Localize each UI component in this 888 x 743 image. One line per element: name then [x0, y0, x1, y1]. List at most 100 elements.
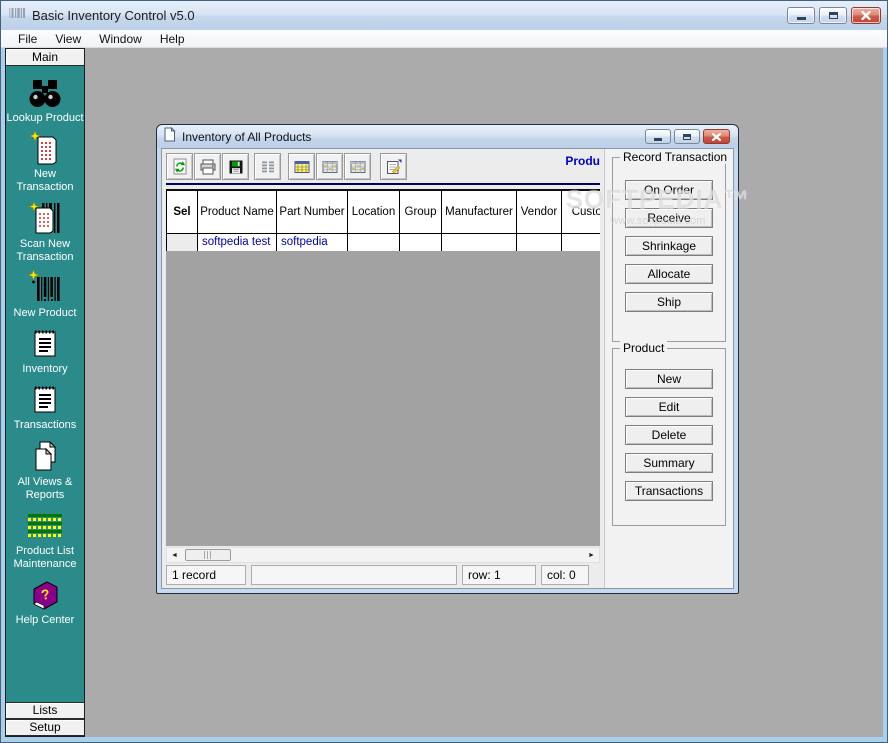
- horizontal-scrollbar[interactable]: ◄ ►: [166, 547, 600, 563]
- allocate-button[interactable]: Allocate: [625, 264, 713, 284]
- close-button[interactable]: [851, 7, 881, 24]
- new-barcode-icon: [28, 271, 62, 305]
- sidebar-item-transactions[interactable]: Transactions: [6, 383, 84, 432]
- cell-group[interactable]: [400, 234, 442, 251]
- sidebar-item-new-product[interactable]: New Product: [6, 271, 84, 320]
- save-button[interactable]: [222, 153, 249, 180]
- grid-row[interactable]: softpedia test softpedia: [167, 234, 600, 251]
- close-icon: [712, 133, 721, 141]
- sidebar-item-product-list-maintenance[interactable]: Product List Maintenance: [6, 509, 84, 571]
- close-icon: [861, 11, 871, 20]
- ship-button[interactable]: Ship: [625, 292, 713, 312]
- document-icon: [163, 127, 176, 147]
- on-order-button[interactable]: On Order: [625, 180, 713, 200]
- column-header-manufacturer[interactable]: Manufacturer: [442, 191, 517, 234]
- receive-button[interactable]: Receive: [625, 208, 713, 228]
- print-button[interactable]: [194, 153, 221, 180]
- sidebar: Main Lookup Product New Transaction: [5, 48, 85, 737]
- status-message: [251, 565, 457, 585]
- sidebar-item-scan-new-transaction[interactable]: Scan New Transaction: [6, 202, 84, 264]
- maximize-icon: [683, 134, 691, 140]
- barcode-app-icon: [9, 6, 25, 25]
- shrinkage-button[interactable]: Shrinkage: [625, 236, 713, 256]
- delete-product-button[interactable]: Delete: [625, 425, 713, 445]
- grid-view-button[interactable]: [316, 153, 343, 180]
- child-statusbar: 1 record row: 1 col: 0: [166, 563, 600, 588]
- maximize-button[interactable]: [819, 7, 847, 24]
- scroll-left-arrow[interactable]: ◄: [167, 548, 182, 562]
- child-minimize-button[interactable]: [645, 129, 671, 144]
- menu-window[interactable]: Window: [90, 30, 151, 48]
- status-col-indicator: col: 0: [541, 565, 589, 585]
- refresh-button[interactable]: [166, 153, 193, 180]
- table-view-button[interactable]: [288, 153, 315, 180]
- cell-vendor[interactable]: [517, 234, 562, 251]
- properties-button[interactable]: [380, 153, 407, 180]
- column-header-group[interactable]: Group: [400, 191, 442, 234]
- cell-location[interactable]: [348, 234, 400, 251]
- column-header-location[interactable]: Location: [348, 191, 400, 234]
- product-group-title: Product: [620, 341, 667, 355]
- cell-part-number[interactable]: softpedia: [277, 234, 348, 251]
- product-group: Product New Edit Delete Summary Transact…: [612, 348, 726, 526]
- sidebar-item-new-transaction[interactable]: New Transaction: [6, 132, 84, 194]
- sidebar-tab-main[interactable]: Main: [6, 49, 84, 66]
- minimize-button[interactable]: [787, 7, 815, 24]
- child-maximize-button[interactable]: [674, 129, 700, 144]
- cell-custom[interactable]: [562, 234, 600, 251]
- properties-icon: [385, 158, 403, 176]
- app-window: Basic Inventory Control v5.0 File View W…: [0, 0, 888, 743]
- notepad-icon: [30, 383, 60, 417]
- app-titlebar[interactable]: Basic Inventory Control v5.0: [1, 1, 887, 30]
- menu-file[interactable]: File: [9, 30, 46, 48]
- cell-manufacturer[interactable]: [442, 234, 517, 251]
- sidebar-tab-lists[interactable]: Lists: [6, 702, 84, 719]
- grid-header-row: Sel Product Name Part Number Location Gr…: [167, 191, 600, 234]
- scrollbar-thumb[interactable]: [185, 549, 231, 561]
- column-header-sel[interactable]: Sel: [167, 191, 198, 234]
- sidebar-tab-setup[interactable]: Setup: [6, 719, 84, 736]
- sidebar-item-inventory[interactable]: Inventory: [6, 327, 84, 376]
- refresh-icon: [171, 158, 189, 176]
- status-record-count: 1 record: [166, 565, 246, 585]
- menu-view[interactable]: View: [46, 30, 90, 48]
- save-icon: [227, 158, 245, 176]
- printer-icon: [199, 158, 217, 176]
- cell-sel[interactable]: [167, 234, 198, 251]
- list-icon: [259, 158, 277, 176]
- table-grid-alt-icon: [349, 158, 367, 176]
- child-window-controls: [645, 129, 730, 144]
- app-title: Basic Inventory Control v5.0: [32, 8, 195, 23]
- scroll-right-arrow[interactable]: ►: [584, 548, 599, 562]
- sidebar-item-all-views-reports[interactable]: All Views & Reports: [6, 440, 84, 502]
- column-header-product-name[interactable]: Product Name: [198, 191, 277, 234]
- child-toolbar: Produ: [166, 152, 600, 185]
- new-product-button[interactable]: New: [625, 369, 713, 389]
- cell-product-name[interactable]: softpedia test: [198, 234, 277, 251]
- grid-section: Produ Sel Product Name Part Number Locat…: [162, 149, 605, 588]
- column-header-vendor[interactable]: Vendor: [517, 191, 562, 234]
- edit-product-button[interactable]: Edit: [625, 397, 713, 417]
- menu-help[interactable]: Help: [151, 30, 194, 48]
- binoculars-icon: [27, 76, 63, 110]
- column-header-custom[interactable]: Custom: [562, 191, 600, 234]
- child-titlebar[interactable]: Inventory of All Products: [157, 125, 738, 148]
- child-window-title: Inventory of All Products: [182, 130, 311, 144]
- child-close-button[interactable]: [703, 129, 730, 144]
- documents-stack-icon: [30, 440, 60, 474]
- action-panel: Record Transaction On Order Receive Shri…: [605, 149, 733, 588]
- notepad-icon: [30, 327, 60, 361]
- scan-receipt-icon: [29, 202, 61, 236]
- sidebar-item-lookup-product[interactable]: Lookup Product: [6, 76, 84, 125]
- child-window: Inventory of All Products: [156, 124, 739, 594]
- summary-button[interactable]: Summary: [625, 453, 713, 473]
- help-book-icon: ?: [28, 578, 62, 612]
- grid-view-alt-button[interactable]: [344, 153, 371, 180]
- list-view-button[interactable]: [254, 153, 281, 180]
- scrollbar-grip: [204, 551, 213, 559]
- minimize-icon: [797, 17, 806, 20]
- sidebar-item-help-center[interactable]: ? Help Center: [6, 578, 84, 627]
- column-header-part-number[interactable]: Part Number: [277, 191, 348, 234]
- transactions-button[interactable]: Transactions: [625, 481, 713, 501]
- record-transaction-group: Record Transaction On Order Receive Shri…: [612, 157, 726, 342]
